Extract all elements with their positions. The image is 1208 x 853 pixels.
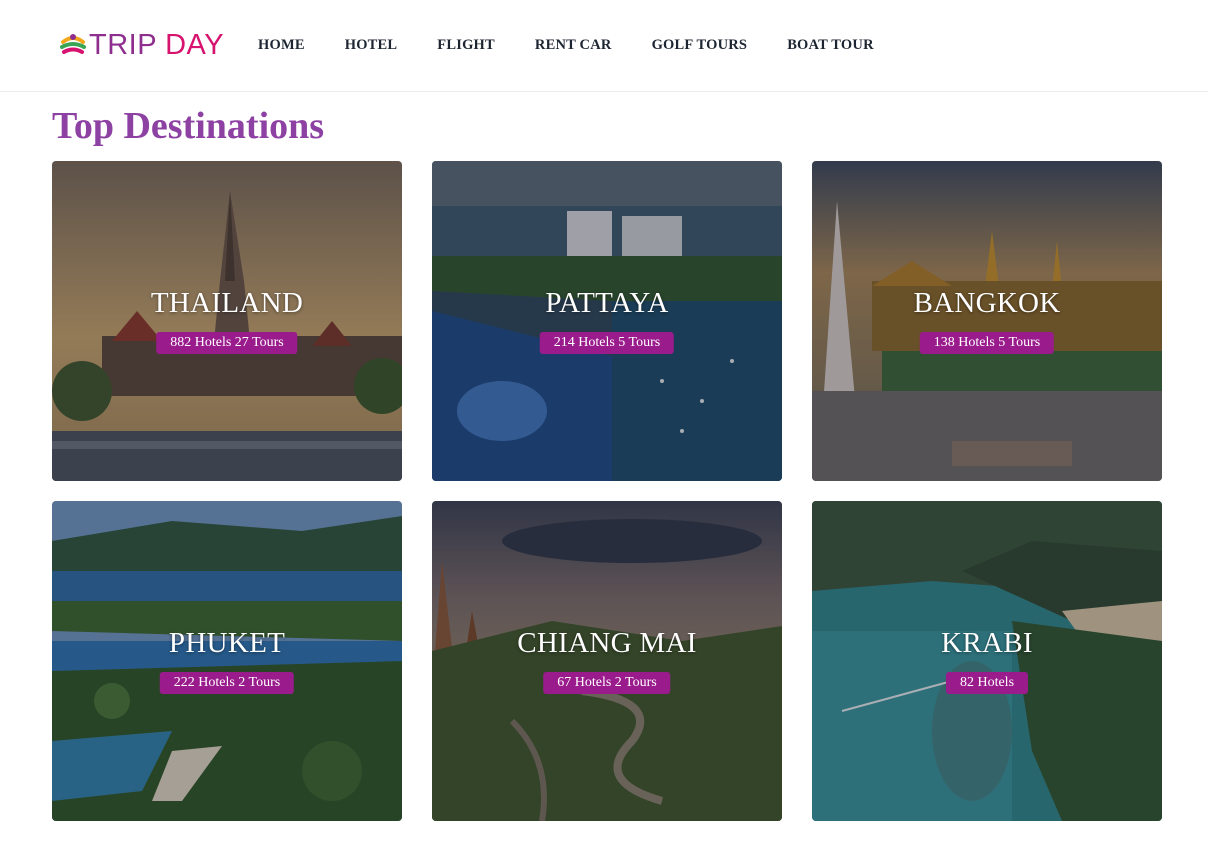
logo[interactable]: TRIP DAY [60, 26, 224, 64]
card-overlay [52, 161, 402, 481]
globe-logo-icon [60, 34, 86, 54]
page-title: Top Destinations [52, 105, 325, 147]
destination-card-krabi[interactable]: KRABI 82 Hotels [812, 501, 1162, 821]
nav-boat-tour[interactable]: BOAT TOUR [787, 37, 874, 54]
destination-stats-badge: 882 Hotels 27 Tours [156, 332, 298, 354]
card-overlay [812, 501, 1162, 821]
destination-card-thailand[interactable]: THAILAND 882 Hotels 27 Tours [52, 161, 402, 481]
site-header: TRIP DAY HOME HOTEL FLIGHT RENT CAR GOLF… [0, 0, 1208, 92]
destination-card-pattaya[interactable]: PATTAYA 214 Hotels 5 Tours [432, 161, 782, 481]
nav-rent-car[interactable]: RENT CAR [535, 37, 612, 54]
destination-card-phuket[interactable]: PHUKET 222 Hotels 2 Tours [52, 501, 402, 821]
destination-stats-badge: 222 Hotels 2 Tours [159, 672, 295, 694]
nav-home[interactable]: HOME [258, 37, 305, 54]
brand-name-trip: TRIP [89, 29, 157, 61]
brand-name: TRIP DAY [89, 26, 224, 64]
destination-name: PATTAYA [545, 287, 669, 319]
destination-name: KRABI [941, 627, 1033, 659]
destination-card-bangkok[interactable]: BANGKOK 138 Hotels 5 Tours [812, 161, 1162, 481]
card-overlay [52, 501, 402, 821]
nav-golf-tours[interactable]: GOLF TOURS [652, 37, 748, 54]
brand-name-day: DAY [165, 29, 225, 61]
destination-card-chiang-mai[interactable]: CHIANG MAI 67 Hotels 2 Tours [432, 501, 782, 821]
destination-stats-badge: 67 Hotels 2 Tours [543, 672, 671, 694]
nav-hotel[interactable]: HOTEL [345, 37, 398, 54]
card-overlay [812, 161, 1162, 481]
destination-stats-badge: 214 Hotels 5 Tours [539, 332, 675, 354]
card-overlay [432, 501, 782, 821]
destination-stats-badge: 138 Hotels 5 Tours [919, 332, 1055, 354]
destination-name: PHUKET [168, 627, 286, 659]
destination-stats-badge: 82 Hotels [945, 672, 1029, 694]
main-nav: HOME HOTEL FLIGHT RENT CAR GOLF TOURS BO… [258, 37, 914, 54]
destination-name: CHIANG MAI [517, 627, 697, 659]
destinations-grid: THAILAND 882 Hotels 27 Tours PATTAYA 214… [52, 161, 1162, 821]
card-overlay [432, 161, 782, 481]
destination-name: BANGKOK [913, 287, 1061, 319]
destination-name: THAILAND [150, 287, 304, 319]
nav-flight[interactable]: FLIGHT [437, 37, 495, 54]
